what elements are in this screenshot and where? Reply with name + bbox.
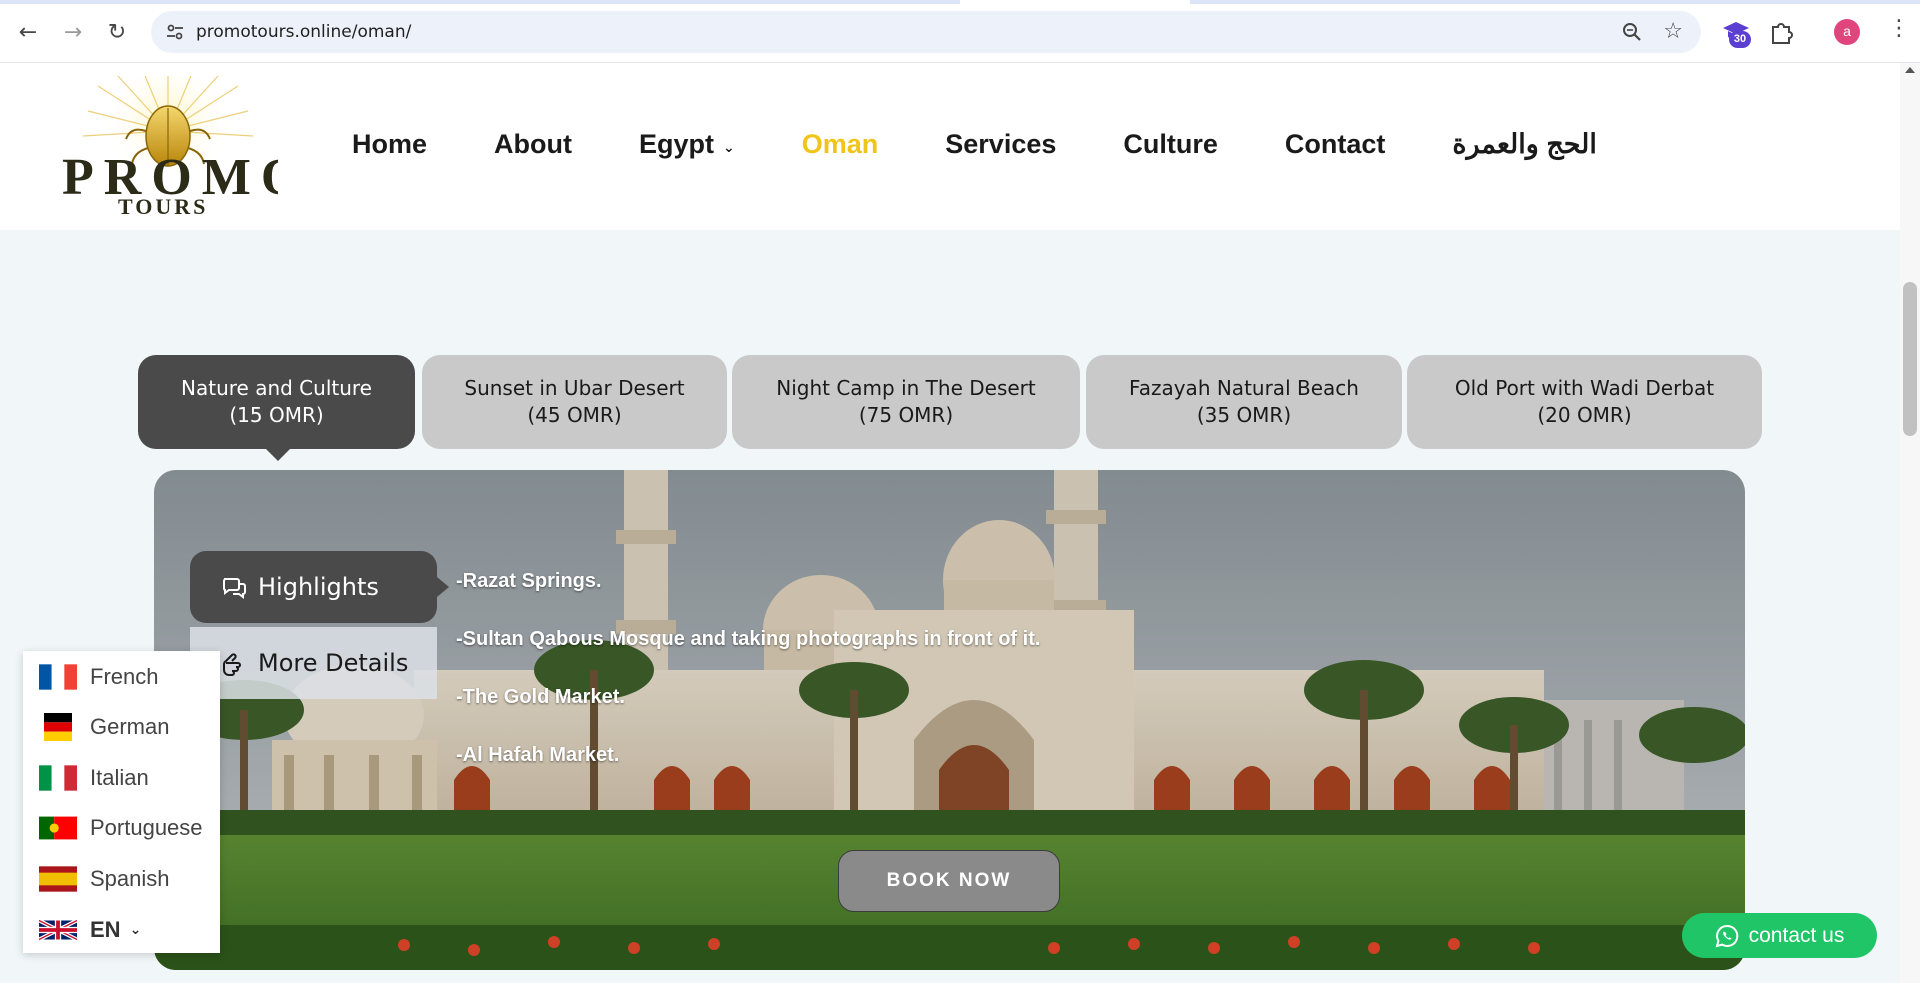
list-item: -The Gold Market.: [456, 686, 625, 708]
lang-current-selector[interactable]: EN ⌄: [39, 913, 141, 947]
reload-icon[interactable]: ↻: [101, 16, 133, 48]
tour-hero: Highlights More Details -Razat Springs. …: [154, 470, 1745, 970]
logo-text-bottom: TOURS: [118, 194, 208, 218]
bookmark-star-icon[interactable]: ☆: [1663, 19, 1683, 44]
profile-avatar[interactable]: a: [1834, 19, 1860, 45]
lang-option-german[interactable]: German: [39, 710, 169, 744]
hand-pointer-icon: [223, 653, 241, 676]
nav-about-label: About: [494, 129, 572, 159]
lang-label: Italian: [90, 765, 149, 790]
scrollbar-thumb[interactable]: [1903, 282, 1917, 436]
zoom-icon[interactable]: [1621, 21, 1643, 43]
list-item: -Al Hafah Market.: [456, 744, 620, 766]
nav-contact[interactable]: Contact: [1285, 129, 1386, 160]
tab-strip-edge: [0, 0, 1920, 4]
tab-title: Old Port with Wadi Derbat: [1454, 376, 1715, 400]
lang-option-french[interactable]: French: [39, 660, 158, 694]
italy-flag-icon: [39, 765, 77, 791]
url-text[interactable]: promotours.online/oman/: [196, 22, 411, 42]
list-item: -Razat Springs.: [456, 570, 602, 592]
tab-price: (20 OMR): [1537, 403, 1632, 427]
nav-culture[interactable]: Culture: [1123, 129, 1218, 160]
book-now-button[interactable]: BOOK NOW: [838, 850, 1060, 912]
nav-egypt[interactable]: Egypt ⌄: [639, 129, 735, 160]
chat-bubbles-icon: [222, 578, 246, 599]
tab-title: Night Camp in The Desert: [776, 376, 1036, 400]
lang-label: Spanish: [90, 866, 170, 891]
tab-title: Fazayah Natural Beach: [1129, 376, 1359, 400]
tab-night-camp-desert[interactable]: Night Camp in The Desert (75 OMR): [732, 355, 1080, 449]
uk-flag-icon: [39, 918, 77, 942]
tab-title: Sunset in Ubar Desert: [464, 376, 685, 400]
spain-flag-icon: [39, 866, 77, 892]
nav-oman-label: Oman: [801, 129, 879, 159]
forward-icon[interactable]: →: [57, 16, 89, 48]
nav-egypt-label: Egypt: [638, 129, 714, 159]
chevron-down-icon: ⌄: [129, 922, 142, 938]
address-bar[interactable]: promotours.online/oman/ ☆: [151, 11, 1701, 53]
lang-current-label: EN: [90, 917, 121, 942]
whatsapp-contact-button[interactable]: contact us: [1682, 913, 1877, 958]
tab-sunset-ubar-desert[interactable]: Sunset in Ubar Desert (45 OMR): [422, 355, 727, 449]
promo-tours-logo[interactable]: PROMO TOURS: [58, 76, 278, 218]
back-icon[interactable]: ←: [12, 16, 44, 48]
nav-culture-label: Culture: [1123, 129, 1218, 159]
lang-label: Portuguese: [90, 815, 203, 840]
nav-about[interactable]: About: [494, 129, 572, 160]
contact-label: contact us: [1748, 923, 1845, 947]
tab-nature-and-culture[interactable]: Nature and Culture (15 OMR): [138, 355, 415, 461]
tab-title: Nature and Culture: [181, 376, 372, 400]
lang-label: French: [90, 664, 159, 689]
lang-label: German: [90, 714, 170, 739]
whatsapp-icon: [1715, 924, 1738, 947]
tab-price: (15 OMR): [229, 403, 324, 427]
nav-hajj-umrah[interactable]: الحج والعمرة: [1452, 129, 1597, 160]
germany-flag-icon: [44, 713, 72, 741]
nav-contact-label: Contact: [1284, 129, 1386, 159]
france-flag-icon: [39, 664, 77, 690]
lang-option-italian[interactable]: Italian: [39, 761, 149, 795]
nav-hajj-umrah-label: الحج والعمرة: [1452, 129, 1597, 159]
more-details-tab[interactable]: More Details: [190, 627, 437, 699]
site-settings-icon[interactable]: [165, 22, 185, 42]
portugal-flag-icon: [39, 816, 77, 840]
nav-oman[interactable]: Oman: [802, 129, 879, 160]
nav-services-label: Services: [945, 129, 1057, 159]
nav-home-label: Home: [352, 129, 428, 159]
tab-fazayah-beach[interactable]: Fazayah Natural Beach (35 OMR): [1086, 355, 1402, 449]
tab-price: (45 OMR): [527, 403, 622, 427]
highlights-list: -Razat Springs. -Sultan Qabous Mosque an…: [456, 570, 1040, 802]
site-header: PROMO TOURS Home About Egypt ⌄ Oman Servi…: [0, 63, 1900, 230]
browser-toolbar: ← → ↻ promotours.online/oman/ ☆ 30 a ⋮: [0, 0, 1920, 63]
list-item: -Sultan Qabous Mosque and taking photogr…: [456, 628, 1041, 650]
page-scrollbar[interactable]: [1900, 63, 1920, 983]
nav-services[interactable]: Services: [945, 129, 1056, 160]
browser-menu-icon[interactable]: ⋮: [1888, 16, 1910, 41]
nav-home[interactable]: Home: [352, 129, 427, 160]
highlights-tab[interactable]: Highlights: [190, 551, 449, 623]
extension-badge: 30: [1729, 31, 1751, 48]
chevron-down-icon: ⌄: [723, 139, 735, 156]
language-switcher: French German Italian Portuguese Spanish…: [23, 651, 220, 953]
main-nav: Home About Egypt ⌄ Oman Services Culture …: [352, 129, 1597, 160]
tab-price: (35 OMR): [1196, 403, 1292, 427]
lang-option-spanish[interactable]: Spanish: [39, 862, 170, 896]
more-details-tab-label: More Details: [258, 649, 409, 677]
extensions-puzzle-icon[interactable]: [1768, 18, 1796, 46]
tab-old-port-wadi-derbat[interactable]: Old Port with Wadi Derbat (20 OMR): [1407, 355, 1762, 449]
tab-price: (75 OMR): [858, 403, 954, 427]
scroll-up-icon[interactable]: [1905, 67, 1915, 73]
lang-option-portuguese[interactable]: Portuguese: [39, 811, 203, 845]
highlights-tab-label: Highlights: [258, 573, 379, 601]
